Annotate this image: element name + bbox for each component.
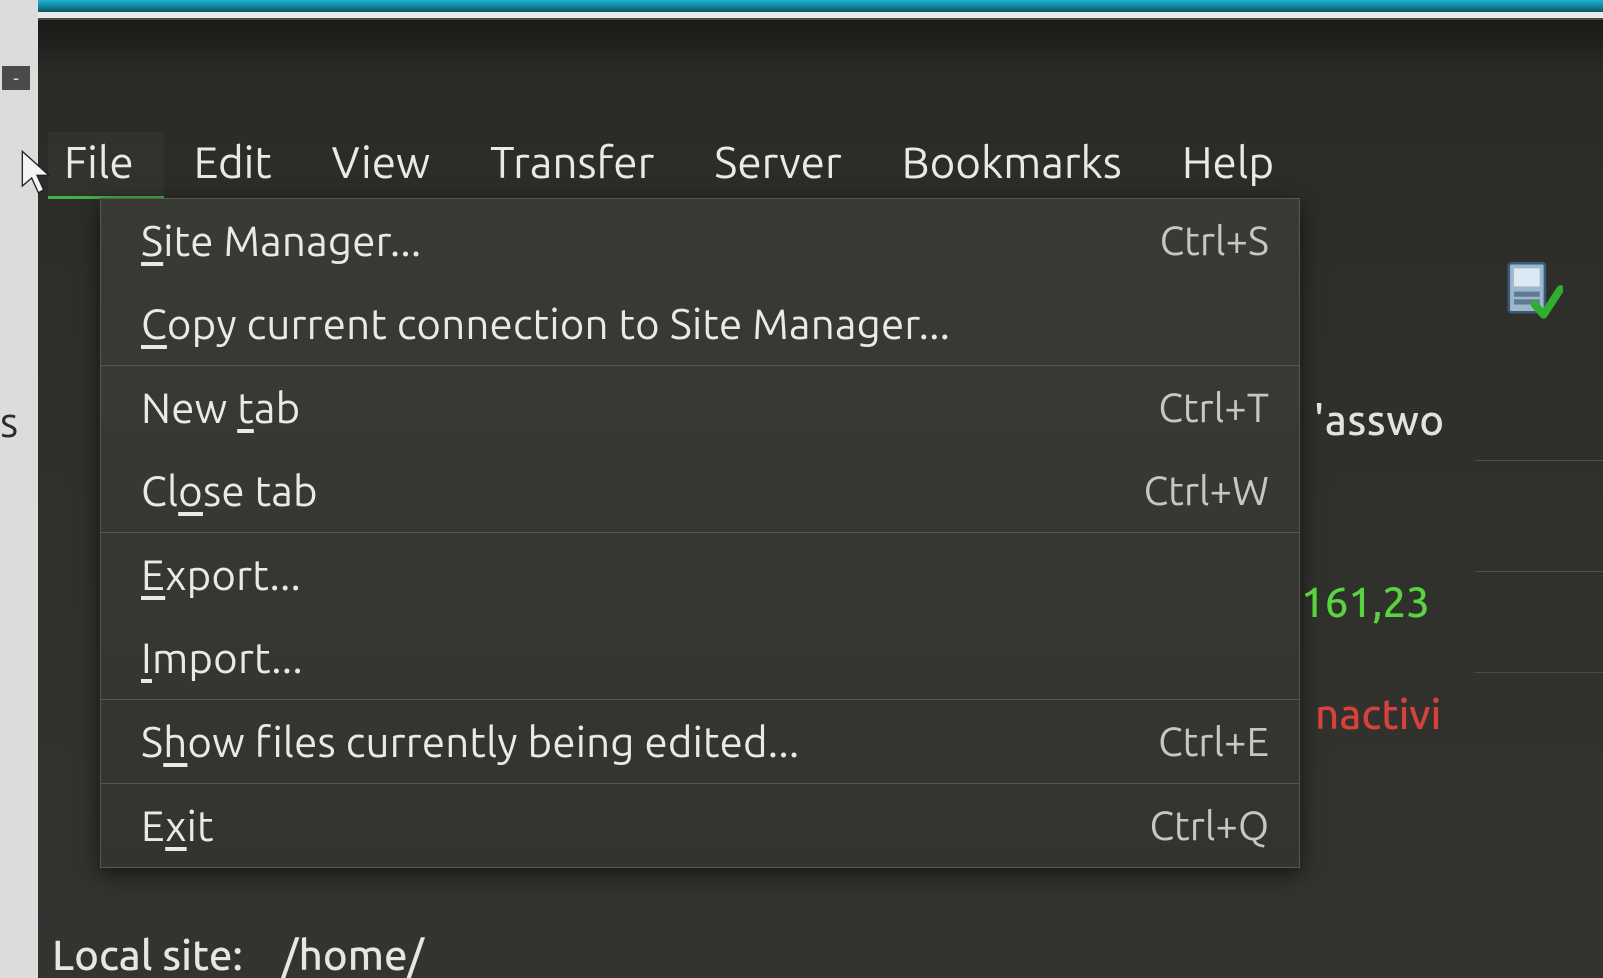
menu-item-import[interactable]: Import... <box>101 616 1299 699</box>
menu-item-label: Show files currently being edited... <box>141 718 799 765</box>
menu-item-label: Exit <box>141 802 214 849</box>
menu-item-shortcut: Ctrl+T <box>1158 385 1269 430</box>
menu-server[interactable]: Server <box>684 132 871 195</box>
menu-transfer[interactable]: Transfer <box>460 132 684 195</box>
app-window: File Edit View Transfer Server Bookmarks… <box>38 18 1603 978</box>
menu-item-copy-connection[interactable]: Copy current connection to Site Manager.… <box>101 282 1299 365</box>
menu-item-label: Copy current connection to Site Manager.… <box>141 300 950 347</box>
menu-item-label: Close tab <box>141 467 318 514</box>
right-panel-fragment <box>1475 320 1603 970</box>
menu-item-export[interactable]: Export... <box>101 533 1299 616</box>
menu-file[interactable]: File <box>48 132 164 195</box>
tab-fragment: - <box>2 66 30 90</box>
menu-item-close-tab[interactable]: Close tab Ctrl+W <box>101 449 1299 532</box>
menu-item-shortcut: Ctrl+Q <box>1150 803 1269 848</box>
menu-item-label: Import... <box>141 634 303 681</box>
menu-item-exit[interactable]: Exit Ctrl+Q <box>101 784 1299 867</box>
local-site-label: Local site: /home/ <box>52 931 424 978</box>
menu-item-label: New tab <box>141 384 300 431</box>
menu-item-shortcut: Ctrl+W <box>1144 468 1269 513</box>
menu-item-label: Export... <box>141 551 301 598</box>
status-number-fragment: 161,23 <box>1301 578 1430 625</box>
menu-view[interactable]: View <box>302 132 460 195</box>
password-label-fragment: 'asswo <box>1314 396 1445 443</box>
menu-item-site-manager[interactable]: Site Manager... Ctrl+S <box>101 199 1299 282</box>
file-menu-dropdown: Site Manager... Ctrl+S Copy current connec… <box>100 198 1300 868</box>
menu-item-shortcut: Ctrl+E <box>1158 719 1269 764</box>
desktop-edge <box>0 0 1603 12</box>
menu-edit[interactable]: Edit <box>164 132 302 195</box>
server-check-icon[interactable] <box>1501 258 1563 320</box>
menu-item-shortcut: Ctrl+S <box>1160 218 1269 263</box>
menu-item-show-edited[interactable]: Show files currently being edited... Ctrl… <box>101 700 1299 783</box>
status-inactive-fragment: nactivi <box>1315 690 1441 737</box>
left-window-strip <box>0 0 38 978</box>
menu-bookmarks[interactable]: Bookmarks <box>872 132 1152 195</box>
menu-help[interactable]: Help <box>1152 132 1304 195</box>
menubar: File Edit View Transfer Server Bookmarks… <box>48 132 1304 195</box>
left-text-fragment: s <box>0 398 18 445</box>
menu-item-label: Site Manager... <box>141 217 421 264</box>
menu-item-new-tab[interactable]: New tab Ctrl+T <box>101 366 1299 449</box>
